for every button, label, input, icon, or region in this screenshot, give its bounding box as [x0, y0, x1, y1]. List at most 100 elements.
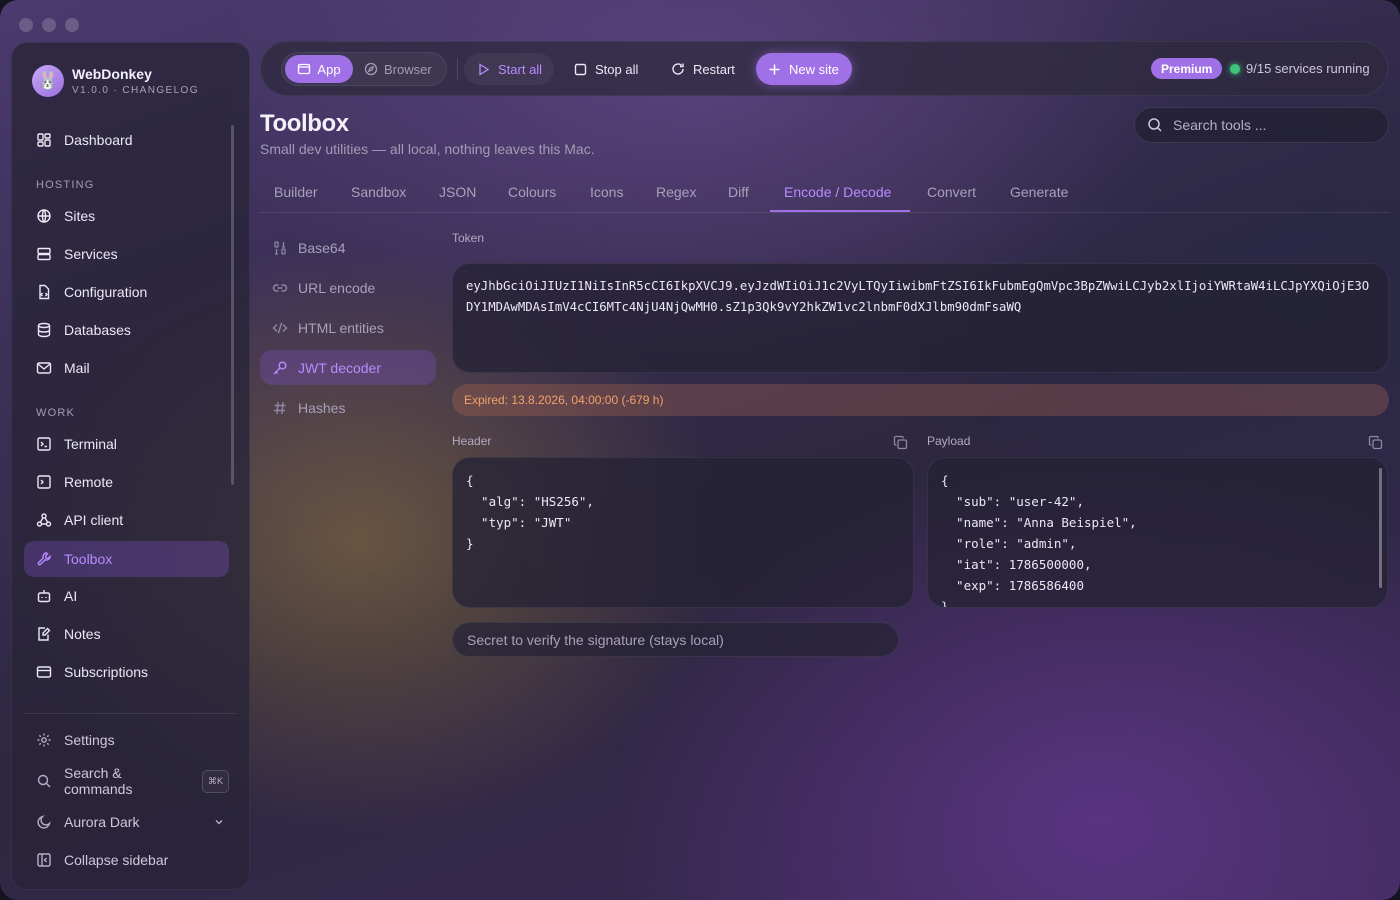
sidebar-item-notes[interactable]: Notes — [24, 616, 229, 652]
search-tools-field[interactable] — [1134, 107, 1389, 143]
brand[interactable]: 🐰 WebDonkey V1.0.0 · CHANGELOG — [32, 65, 199, 97]
sidebar-item-sites[interactable]: Sites — [24, 198, 229, 234]
shortcut-badge: ⌘K — [201, 769, 229, 793]
subnav-label: Hashes — [298, 399, 346, 416]
subnav-label: URL encode — [298, 279, 376, 296]
toolbar-divider — [457, 58, 458, 80]
restart-label: Restart — [693, 61, 735, 77]
tool-tabs: Builder Sandbox JSON Colours Icons Regex… — [260, 176, 1390, 213]
search-tools-input[interactable] — [1173, 117, 1373, 133]
tab-sandbox[interactable]: Sandbox — [351, 184, 406, 200]
sidebar-item-search-commands[interactable]: Search & commands ⌘K — [24, 763, 229, 799]
view-mode-toggle: App Browser — [281, 52, 447, 86]
tab-json[interactable]: JSON — [439, 184, 476, 200]
section-label-work: WORK — [36, 407, 76, 419]
zoom-window-button[interactable] — [65, 18, 79, 32]
secret-field[interactable] — [452, 622, 899, 657]
compass-icon — [364, 62, 378, 76]
subnav-hashes[interactable]: Hashes — [260, 390, 436, 425]
collapse-sidebar-button[interactable]: Collapse sidebar — [24, 842, 229, 878]
tab-regex[interactable]: Regex — [656, 184, 696, 200]
sidebar-item-ai[interactable]: AI — [24, 578, 229, 614]
tab-convert[interactable]: Convert — [927, 184, 976, 200]
key-icon — [273, 361, 287, 374]
globe-icon — [36, 208, 52, 224]
copy-header-icon[interactable] — [893, 435, 908, 455]
premium-badge[interactable]: Premium — [1151, 58, 1223, 79]
subnav-html-entities[interactable]: HTML entities — [260, 310, 436, 345]
start-all-label: Start all — [498, 61, 543, 77]
header-json: { "alg": "HS256", "typ": "JWT" } — [466, 473, 594, 551]
header-json-output[interactable]: { "alg": "HS256", "typ": "JWT" } — [452, 457, 914, 608]
sidebar-item-configuration[interactable]: Configuration — [24, 274, 229, 310]
sidebar-item-dashboard[interactable]: Dashboard — [24, 122, 229, 158]
sidebar-item-remote[interactable]: Remote — [24, 464, 229, 500]
theme-label: Aurora Dark — [64, 814, 140, 830]
browser-mode-button[interactable]: Browser — [364, 55, 432, 83]
sidebar-scrollbar[interactable] — [231, 125, 234, 485]
sidebar-item-api-client[interactable]: API client — [24, 502, 229, 538]
secret-input[interactable] — [467, 623, 887, 656]
sidebar-item-databases[interactable]: Databases — [24, 312, 229, 348]
sidebar-item-terminal[interactable]: Terminal — [24, 426, 229, 462]
sidebar-item-label: Subscriptions — [64, 664, 149, 680]
sidebar-item-label: Databases — [64, 322, 131, 338]
play-icon — [479, 62, 490, 76]
app-mode-label: App — [317, 61, 341, 77]
token-label: Token — [452, 231, 485, 245]
tab-builder[interactable]: Builder — [274, 184, 318, 200]
payload-scrollbar[interactable] — [1379, 468, 1382, 588]
subnav-label: JWT decoder — [298, 359, 381, 376]
tab-icons[interactable]: Icons — [590, 184, 623, 200]
minimize-window-button[interactable] — [42, 18, 56, 32]
theme-selector[interactable]: Aurora Dark — [24, 804, 229, 840]
sidebar-item-services[interactable]: Services — [24, 236, 229, 272]
window-icon — [298, 63, 311, 75]
terminal-icon — [36, 436, 52, 452]
copy-payload-icon[interactable] — [1368, 435, 1383, 455]
sidebar-item-label: Remote — [64, 474, 114, 490]
sidebar-item-mail[interactable]: Mail — [24, 350, 229, 386]
mail-icon — [36, 360, 52, 376]
app-mode-button[interactable]: App — [285, 55, 353, 83]
new-site-button[interactable]: New site — [756, 53, 852, 85]
section-label-hosting: HOSTING — [36, 179, 95, 191]
panel-left-icon — [36, 852, 52, 868]
brand-name: WebDonkey — [72, 66, 152, 82]
version-changelog-link[interactable]: V1.0.0 · CHANGELOG — [72, 85, 199, 96]
tab-encode-decode[interactable]: Encode / Decode — [784, 184, 891, 200]
payload-json-output[interactable]: { "sub": "user-42", "name": "Anna Beispi… — [927, 457, 1388, 608]
webhook-icon — [36, 512, 52, 528]
token-value: eyJhbGciOiJIUzI1NiIsInR5cCI6IkpXVCJ9.eyJ… — [466, 279, 1370, 314]
dashboard-icon — [36, 132, 52, 148]
new-site-label: New site — [789, 61, 839, 77]
hash-icon — [274, 401, 286, 414]
sidebar-item-subscriptions[interactable]: Subscriptions — [24, 654, 229, 690]
header-label: Header — [452, 434, 492, 448]
link-icon — [272, 283, 288, 292]
remote-terminal-icon — [36, 474, 52, 490]
binary-icon — [274, 240, 286, 255]
sidebar-item-toolbox[interactable]: Toolbox — [24, 541, 229, 577]
sidebar-item-label: Search & commands — [64, 765, 133, 797]
subnav-url-encode[interactable]: URL encode — [260, 270, 436, 305]
tab-generate[interactable]: Generate — [1010, 184, 1068, 200]
stop-icon — [574, 63, 587, 75]
tab-diff[interactable]: Diff — [728, 184, 749, 200]
close-window-button[interactable] — [19, 18, 33, 32]
notebook-pen-icon — [36, 626, 52, 642]
sidebar-item-settings[interactable]: Settings — [24, 722, 229, 758]
sidebar-item-label: Notes — [64, 626, 101, 642]
sidebar-item-label: Dashboard — [64, 132, 133, 148]
services-status: 9/15 services running — [1246, 61, 1370, 76]
restart-button[interactable]: Restart — [671, 53, 735, 85]
stop-all-button[interactable]: Stop all — [574, 53, 638, 85]
sidebar-item-label: Configuration — [64, 284, 148, 300]
chevron-down-icon — [213, 815, 225, 831]
tab-colours[interactable]: Colours — [508, 184, 556, 200]
sidebar-divider — [24, 713, 238, 714]
start-all-button[interactable]: Start all — [464, 53, 554, 85]
subnav-base64[interactable]: Base64 — [260, 230, 436, 265]
token-input[interactable]: eyJhbGciOiJIUzI1NiIsInR5cCI6IkpXVCJ9.eyJ… — [452, 263, 1389, 373]
subnav-jwt-decoder[interactable]: JWT decoder — [260, 350, 436, 385]
